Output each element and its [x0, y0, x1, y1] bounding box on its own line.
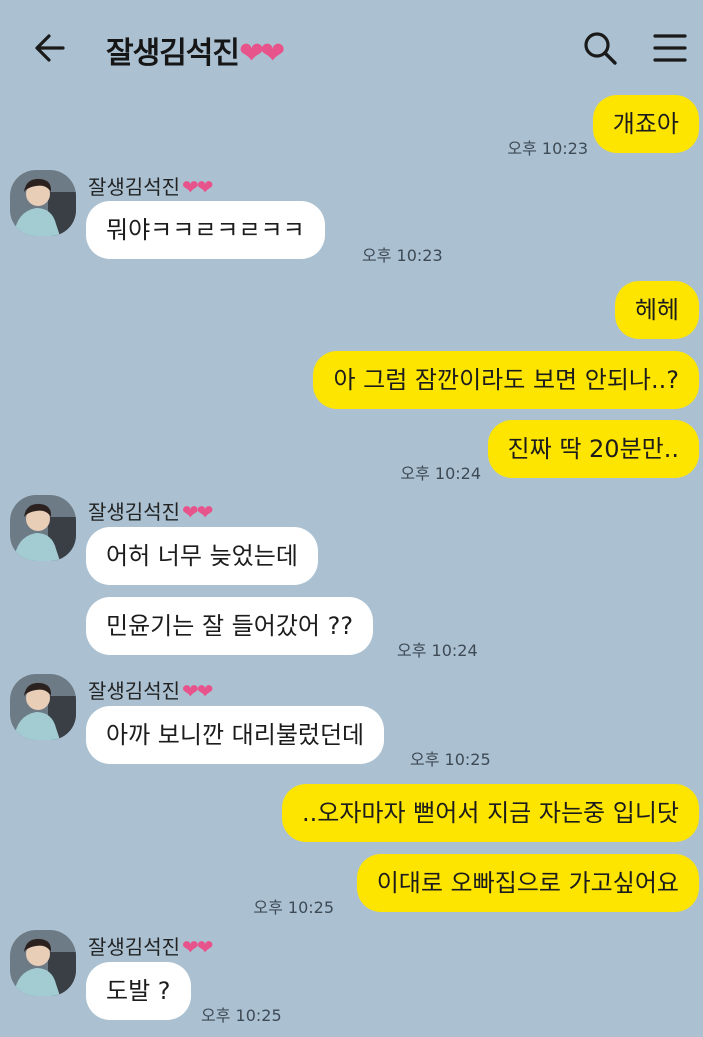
message-timestamp: 오후 10:23: [507, 139, 588, 158]
message-bubble-incoming[interactable]: 민윤기는 잘 들어갔어 ??: [86, 597, 374, 655]
message-bubble-outgoing[interactable]: ..오자마자 뻗어서 지금 자는중 입니닷: [282, 784, 699, 842]
title-hearts: ❤❤: [239, 36, 285, 71]
message-bubble-outgoing[interactable]: 이대로 오빠집으로 가고싶어요: [356, 854, 699, 912]
message-text: ..오자마자 뻗어서 지금 자는중 입니닷: [302, 799, 679, 827]
avatar[interactable]: [10, 674, 76, 740]
message-text: 진짜 딱 20분만..: [507, 435, 679, 463]
message-bubble-incoming[interactable]: 뭐야ㅋㅋㄹㅋㄹㅋㅋ: [86, 201, 325, 259]
message-text: 도발 ?: [106, 977, 171, 1005]
sender-hearts: ❤❤: [182, 175, 213, 199]
avatar-photo-icon: [10, 930, 76, 996]
avatar-photo-icon: [10, 495, 76, 561]
message-timestamp: 오후 10:24: [400, 464, 481, 483]
hamburger-menu-icon: [653, 34, 687, 62]
message-bubble-outgoing[interactable]: 헤헤: [614, 281, 699, 339]
menu-button[interactable]: [650, 28, 690, 68]
sender-name-text: 잘생김석진: [88, 175, 180, 199]
message-timestamp: 오후 10:23: [362, 246, 443, 265]
avatar[interactable]: [10, 170, 76, 236]
message-text: 아까 보니깐 대리불렀던데: [106, 721, 365, 749]
chat-header: 잘생김석진❤❤: [0, 0, 703, 96]
back-button[interactable]: [30, 28, 70, 68]
message-text: 어허 너무 늦었는데: [106, 542, 298, 570]
message-bubble-outgoing[interactable]: 아 그럼 잠깐이라도 보면 안되나..?: [313, 351, 699, 409]
search-icon: [584, 32, 617, 65]
sender-hearts: ❤❤: [182, 935, 213, 959]
message-bubble-incoming[interactable]: 아까 보니깐 대리불렀던데: [86, 706, 385, 764]
sender-name-text: 잘생김석진: [88, 679, 180, 703]
message-text: 개죠아: [612, 110, 679, 138]
message-text: 아 그럼 잠깐이라도 보면 안되나..?: [333, 366, 679, 394]
avatar-photo-icon: [10, 170, 76, 236]
chat-title-text: 잘생김석진: [106, 36, 240, 71]
message-bubble-outgoing[interactable]: 진짜 딱 20분만..: [487, 420, 699, 478]
chat-title: 잘생김석진❤❤: [106, 28, 285, 72]
sender-name-text: 잘생김석진: [88, 935, 180, 959]
message-timestamp: 오후 10:25: [410, 750, 491, 769]
avatar[interactable]: [10, 495, 76, 561]
sender-hearts: ❤❤: [182, 500, 213, 524]
arrow-left-icon: [35, 34, 65, 62]
sender-name: 잘생김석진 ❤❤: [88, 675, 213, 704]
message-bubble-incoming[interactable]: 도발 ?: [86, 962, 191, 1020]
message-text: 이대로 오빠집으로 가고싶어요: [376, 869, 679, 897]
message-timestamp: 오후 10:25: [201, 1006, 282, 1025]
message-text: 민윤기는 잘 들어갔어 ??: [106, 612, 354, 640]
message-text: 뭐야ㅋㅋㄹㅋㄹㅋㅋ: [106, 216, 305, 244]
message-timestamp: 오후 10:24: [397, 641, 478, 660]
message-bubble-outgoing[interactable]: 개죠아: [592, 95, 699, 153]
message-bubble-incoming[interactable]: 어허 너무 늦었는데: [86, 527, 318, 585]
sender-hearts: ❤❤: [182, 679, 213, 703]
sender-name: 잘생김석진 ❤❤: [88, 496, 213, 525]
avatar[interactable]: [10, 930, 76, 996]
message-text: 헤헤: [634, 296, 679, 324]
avatar-photo-icon: [10, 674, 76, 740]
sender-name-text: 잘생김석진: [88, 500, 180, 524]
sender-name: 잘생김석진 ❤❤: [88, 931, 213, 960]
sender-name: 잘생김석진 ❤❤: [88, 171, 213, 200]
message-timestamp: 오후 10:25: [253, 898, 334, 917]
search-button[interactable]: [580, 28, 620, 68]
